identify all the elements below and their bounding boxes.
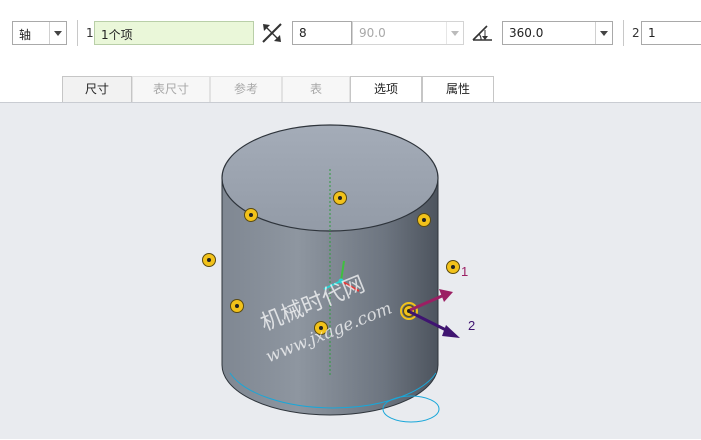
member-count-value: 8 <box>299 26 307 40</box>
tab-properties[interactable]: 属性 <box>422 76 494 102</box>
tab-table-dimensions: 表尺寸 <box>132 76 210 102</box>
second-direction-count-value: 1 <box>648 26 656 40</box>
direction-2-label: 2 <box>468 318 475 333</box>
reference-index-label: 1 <box>86 26 94 40</box>
pattern-type-value: 轴 <box>19 28 32 42</box>
pattern-leader-marker[interactable] <box>400 302 418 320</box>
pattern-member-marker[interactable] <box>417 213 431 227</box>
pattern-dashboard: 轴 1 1个项 8 90.0 360.0 2 1 尺寸 表尺寸 参考 表 选项 … <box>0 0 701 102</box>
total-angle-select[interactable]: 360.0 <box>502 21 613 45</box>
second-direction-index-label: 2 <box>632 26 640 40</box>
angle-extent-icon[interactable] <box>470 21 496 45</box>
pattern-member-marker[interactable] <box>202 253 216 267</box>
pattern-member-marker[interactable] <box>333 191 347 205</box>
pattern-member-marker[interactable] <box>244 208 258 222</box>
sketch-circle <box>382 395 440 423</box>
tab-tables: 表 <box>282 76 350 102</box>
toolbar-separator <box>77 20 78 46</box>
pattern-member-marker[interactable] <box>446 260 460 274</box>
axis-reference-collector[interactable]: 1个项 <box>94 21 254 45</box>
pattern-type-select[interactable]: 轴 <box>12 21 67 45</box>
toolbar-separator <box>623 20 624 46</box>
chevron-down-icon <box>446 22 463 44</box>
flip-direction-icon[interactable] <box>260 21 286 45</box>
axis-reference-value: 1个项 <box>101 28 133 42</box>
angle-increment-input: 90.0 <box>352 21 464 45</box>
tab-references: 参考 <box>210 76 282 102</box>
direction-1-label: 1 <box>461 264 468 279</box>
second-direction-count-input[interactable]: 1 <box>641 21 701 45</box>
angle-increment-value: 90.0 <box>359 26 386 40</box>
graphics-viewport[interactable]: 1 2 机械时代网 www.jxage.com <box>0 102 701 439</box>
model-canvas[interactable]: 1 2 机械时代网 www.jxage.com <box>0 103 701 440</box>
total-angle-value: 360.0 <box>509 26 544 40</box>
chevron-down-icon[interactable] <box>595 22 612 44</box>
member-count-input[interactable]: 8 <box>292 21 352 45</box>
tab-dimensions[interactable]: 尺寸 <box>62 76 132 102</box>
pattern-member-marker[interactable] <box>230 299 244 313</box>
tab-options[interactable]: 选项 <box>350 76 422 102</box>
chevron-down-icon[interactable] <box>49 22 66 44</box>
